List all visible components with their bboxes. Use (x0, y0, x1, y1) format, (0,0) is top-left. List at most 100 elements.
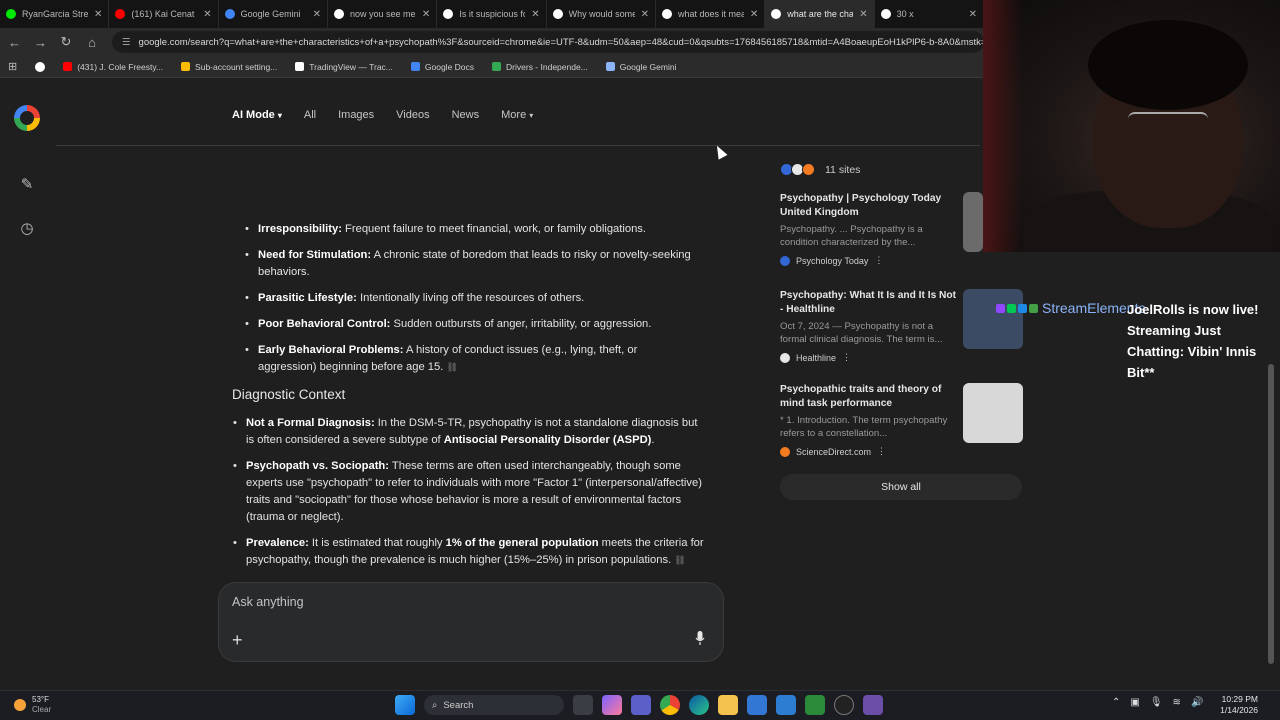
close-tab-icon[interactable]: ✕ (94, 9, 102, 20)
browser-tab[interactable]: RyanGarcia Stream✕ (0, 0, 110, 28)
chevron-down-icon: ▾ (529, 111, 534, 120)
citation-link-icon[interactable]: ⛓ (446, 362, 457, 372)
bookmark-item[interactable]: (431) J. Cole Freesty... (63, 62, 163, 72)
chevron-up-icon[interactable]: ⌃ (1112, 697, 1120, 708)
streamelements-overlay: StreamElements (996, 300, 1145, 316)
bookmark-item[interactable]: Sub-account setting... (181, 62, 277, 72)
close-tab-icon[interactable]: ✕ (422, 9, 430, 20)
apps-icon[interactable]: ⊞ (8, 60, 17, 73)
copilot-icon[interactable] (602, 695, 622, 715)
citation-link-icon[interactable]: ⛓ (674, 555, 685, 565)
taskbar-search[interactable]: ⌕ Search (424, 695, 564, 715)
tab-favicon-icon (661, 9, 672, 19)
list-item: Not a Formal Diagnosis: In the DSM-5-TR,… (233, 415, 706, 449)
address-bar-row: ← → ↻ ⌂ ☰ google.com/search?q=what+are+t… (0, 28, 984, 56)
plus-icon[interactable]: + (232, 630, 243, 651)
file-explorer-icon[interactable] (718, 695, 738, 715)
weather-widget[interactable]: 53°F Clear (14, 695, 51, 715)
close-tab-icon[interactable]: ✕ (859, 9, 867, 20)
list-item: Early Behavioral Problems: A history of … (245, 342, 698, 376)
app-icon[interactable] (863, 695, 883, 715)
volume-icon[interactable]: 🔊 (1191, 697, 1203, 708)
tab-favicon-icon (333, 9, 344, 19)
more-options-icon[interactable]: ⋮ (842, 352, 851, 363)
app-icon[interactable] (776, 695, 796, 715)
list-item: Prevalence: It is estimated that roughly… (233, 535, 706, 569)
tab-ai-mode[interactable]: AI Mode ▾ (232, 109, 282, 121)
new-chat-icon[interactable]: ✎ (18, 175, 36, 193)
browser-tab[interactable]: 30 x ✕ (875, 0, 984, 28)
microphone-icon[interactable]: 🎙 (1150, 697, 1163, 708)
source-title: Psychopathic traits and theory of mind t… (780, 384, 942, 409)
obs-icon[interactable] (834, 695, 854, 715)
ask-input[interactable] (232, 595, 652, 609)
browser-tab[interactable]: what are the chara✕ (765, 0, 875, 28)
home-icon[interactable]: ⌂ (86, 35, 98, 50)
close-tab-icon[interactable]: ✕ (203, 9, 211, 20)
chrome-icon[interactable] (660, 695, 680, 715)
bookmark-icon (492, 62, 502, 71)
google-bookmark-icon[interactable] (35, 61, 46, 72)
source-snippet: * 1. Introduction. The term psychopathy … (780, 415, 948, 439)
source-card[interactable]: Psychopathic traits and theory of mind t… (780, 383, 1030, 457)
source-thumbnail (963, 383, 1023, 443)
browser-tab[interactable]: Google Gemini ✕ (219, 0, 328, 28)
browser-tab[interactable]: Why would someo✕ (547, 0, 656, 28)
tab-videos[interactable]: Videos (396, 109, 429, 121)
store-icon[interactable] (747, 695, 767, 715)
teams-icon[interactable] (631, 695, 651, 715)
list-item: Psychopath vs. Sociopath: These terms ar… (233, 458, 706, 526)
browser-tab[interactable]: what does it mean ✕ (656, 0, 766, 28)
bookmark-item[interactable]: Google Gemini (605, 62, 676, 72)
healthline-icon (780, 352, 790, 363)
google-logo-icon[interactable] (14, 105, 40, 131)
browser-tab[interactable]: (161) Kai Cenat QU✕ (109, 0, 219, 28)
ask-box: + (218, 582, 724, 662)
close-tab-icon[interactable]: ✕ (750, 9, 758, 20)
bookmark-icon (181, 62, 191, 71)
source-avatar (802, 163, 815, 176)
show-all-button[interactable]: Show all (780, 474, 1022, 500)
tab-images[interactable]: Images (338, 109, 374, 121)
xbox-icon[interactable] (805, 695, 825, 715)
clock[interactable]: 10:29 PM 1/14/2026 (1210, 694, 1258, 716)
source-thumbnail (963, 289, 1023, 349)
taskbar: 53°F Clear ⌕ Search ⌃ ▣ 🎙 ≋ 🔊 10:29 PM 1… (0, 690, 1280, 720)
back-icon[interactable]: ← (8, 35, 21, 50)
close-tab-icon[interactable]: ✕ (531, 9, 539, 20)
search-nav: AI Mode ▾ All Images Videos News More ▾ (232, 109, 533, 121)
bookmark-item[interactable]: TradingView — Trac... (295, 62, 393, 72)
windows-start-icon[interactable] (395, 695, 415, 715)
tab-favicon-icon (443, 9, 454, 19)
microphone-icon[interactable] (695, 631, 705, 645)
history-icon[interactable]: ◷ (18, 219, 36, 237)
bookmark-item[interactable]: Google Docs (410, 62, 474, 72)
search-icon: ⌕ (432, 699, 438, 711)
bookmark-item[interactable]: Drivers - Independe... (492, 62, 588, 72)
url-field[interactable]: ☰ google.com/search?q=what+are+the+chara… (112, 31, 984, 53)
forward-icon[interactable]: → (34, 35, 47, 50)
streamelements-icons (996, 303, 1038, 313)
source-card[interactable]: Psychopathy: What It Is and It Is Not - … (780, 289, 1030, 363)
site-info-icon[interactable]: ☰ (122, 37, 131, 48)
browser-tab[interactable]: now you see me - G✕ (328, 0, 438, 28)
close-tab-icon[interactable]: ✕ (641, 9, 649, 20)
more-options-icon[interactable]: ⋮ (877, 446, 886, 457)
reload-icon[interactable]: ↻ (60, 34, 72, 50)
tray-app-icon[interactable]: ▣ (1130, 697, 1139, 708)
tab-all[interactable]: All (304, 109, 316, 121)
wifi-icon[interactable]: ≋ (1173, 697, 1181, 708)
more-options-icon[interactable]: ⋮ (874, 255, 883, 266)
tab-favicon-icon (880, 9, 891, 19)
browser-tab[interactable]: Is it suspicious for s✕ (437, 0, 547, 28)
edge-icon[interactable] (689, 695, 709, 715)
list-item: Parasitic Lifestyle: Intentionally livin… (245, 290, 698, 307)
tab-favicon-icon (552, 9, 563, 19)
close-tab-icon[interactable]: ✕ (969, 9, 977, 20)
page-scrollbar[interactable] (1268, 364, 1274, 664)
sources-header[interactable]: 11 sites (780, 163, 860, 176)
task-view-icon[interactable] (573, 695, 593, 715)
tab-news[interactable]: News (452, 109, 480, 121)
close-tab-icon[interactable]: ✕ (313, 9, 321, 20)
tab-more[interactable]: More ▾ (501, 109, 533, 121)
